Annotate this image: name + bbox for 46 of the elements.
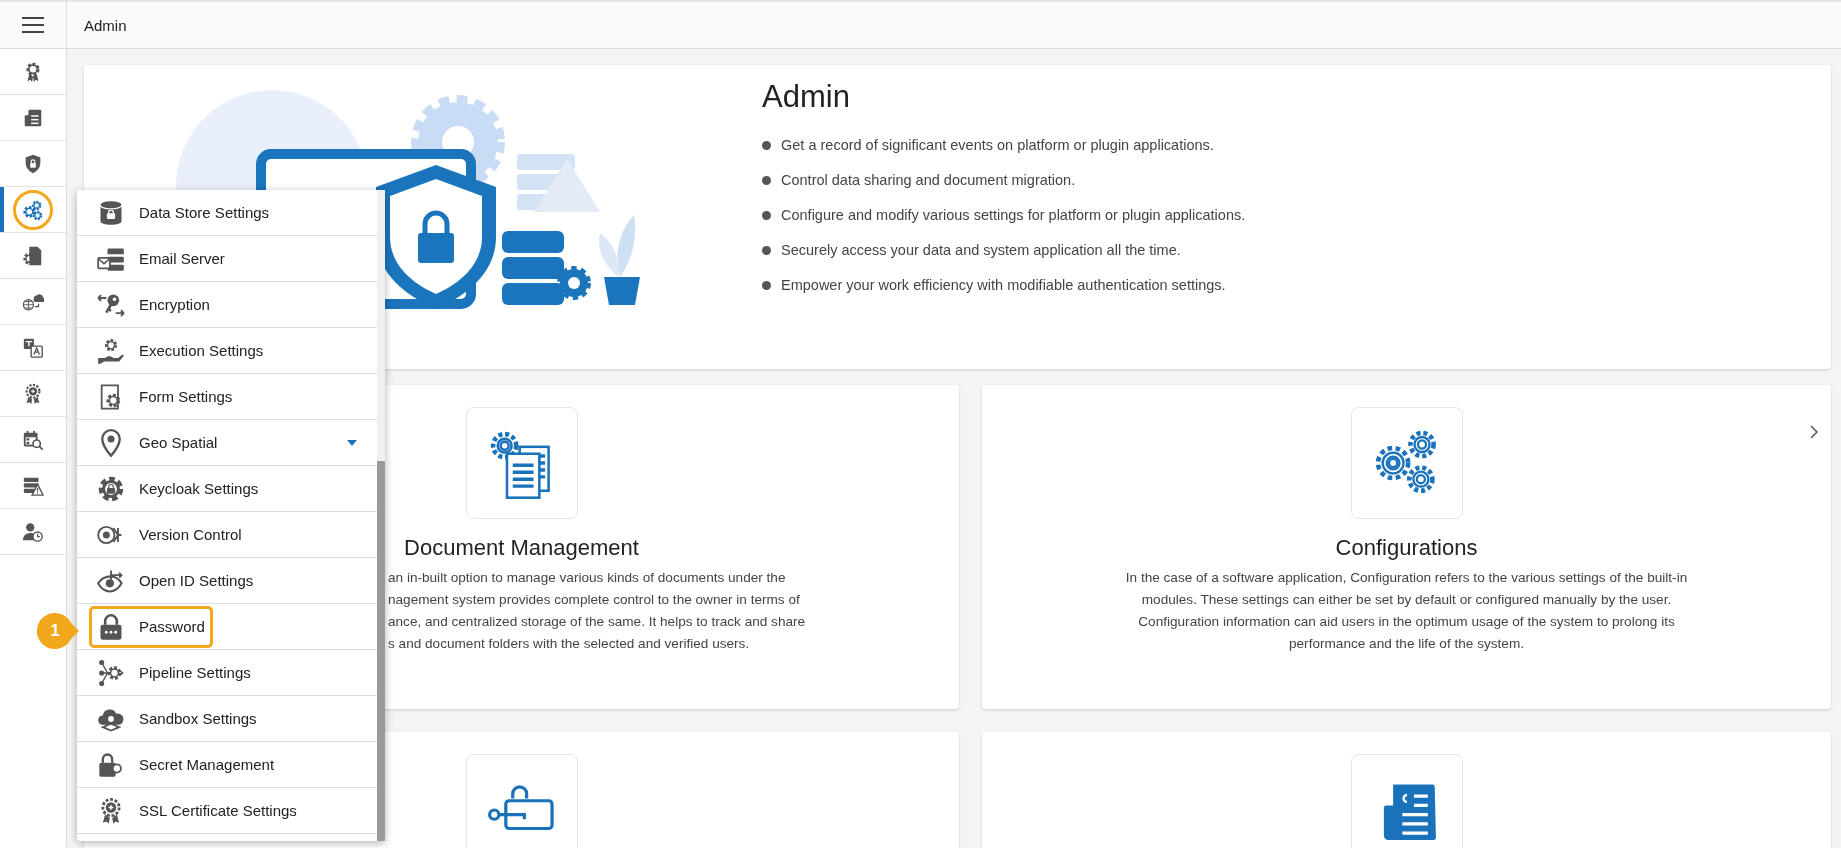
callout-badge: 1 <box>37 613 79 649</box>
scrollbar-thumb[interactable] <box>377 461 385 841</box>
card-title: Document Management <box>404 535 639 561</box>
bullet-text: Configure and modify various settings for platform or plugin applications. <box>781 207 1246 223</box>
hand-gear-icon <box>97 336 125 365</box>
calendar-search-icon <box>22 428 44 451</box>
menu-item[interactable]: Geo Spatial <box>77 420 377 466</box>
menu-item[interactable]: Open ID Settings <box>77 558 377 604</box>
menu-item[interactable]: Keycloak Settings <box>77 466 377 512</box>
menu-item[interactable]: Form Settings <box>77 374 377 420</box>
menu-item[interactable]: Execution Settings <box>77 328 377 374</box>
user-clock-icon <box>22 520 44 543</box>
bullet-text: Empower your work efficiency with modifiable authentication settings. <box>781 277 1226 293</box>
menu-item[interactable]: Version Control <box>77 512 377 558</box>
sidebar-item[interactable] <box>0 187 66 233</box>
card-description: an in-built option to manage various kinds of documents under the nagement system provides complete control to the owner in terms of ance, and centralized storage of the same. It helps to track and share s and document folders with the selected and verified users. <box>388 569 806 653</box>
bullet-dot <box>762 140 771 150</box>
bullet-dot <box>762 245 771 255</box>
card-description: In the case of a software application, Configuration refers to the various settings of the built-in modules. These settings can either be set by default or configured manually by the user. Configuration information can aid users in the optimum usage of the system to prolong its performance and the life of the system. <box>1125 569 1688 653</box>
menu-item[interactable]: Sandbox Settings <box>77 696 377 742</box>
bullet-text: Securely access your data and system application all the time. <box>781 242 1181 258</box>
menu-item[interactable]: Email Server <box>77 236 377 282</box>
menu-item[interactable]: Data Store Settings <box>77 190 377 236</box>
document-gear-icon <box>22 244 44 267</box>
menu-item[interactable]: Password <box>77 604 377 650</box>
page-title: Admin <box>84 16 127 34</box>
bullet-dot <box>762 175 771 185</box>
pipeline-gear-icon <box>97 658 125 687</box>
translate-icon <box>22 336 44 359</box>
bullet-text: Control data sharing and document migration. <box>781 172 1076 188</box>
bullet-text: Get a record of significant events on platform or plugin applications. <box>781 137 1214 153</box>
bullet-dot <box>762 280 771 290</box>
chevron-right-icon[interactable] <box>1809 425 1819 439</box>
card-title: Configurations <box>1335 535 1478 561</box>
menu-item[interactable]: SSL Certificate Settings <box>77 788 377 834</box>
menu-item[interactable]: Secret Management <box>77 742 377 788</box>
lock-key-icon <box>97 750 125 779</box>
module-card[interactable] <box>982 385 1831 709</box>
caret-down-icon[interactable] <box>347 440 357 446</box>
gears-icon <box>22 198 44 221</box>
menu-item[interactable]: Pipeline Settings <box>77 650 377 696</box>
menu-icon[interactable] <box>22 17 44 33</box>
gear-lock-icon <box>97 474 125 503</box>
bullet-dot <box>762 210 771 220</box>
hero-title: Admin <box>762 79 851 115</box>
menu-item[interactable]: Encryption <box>77 282 377 328</box>
